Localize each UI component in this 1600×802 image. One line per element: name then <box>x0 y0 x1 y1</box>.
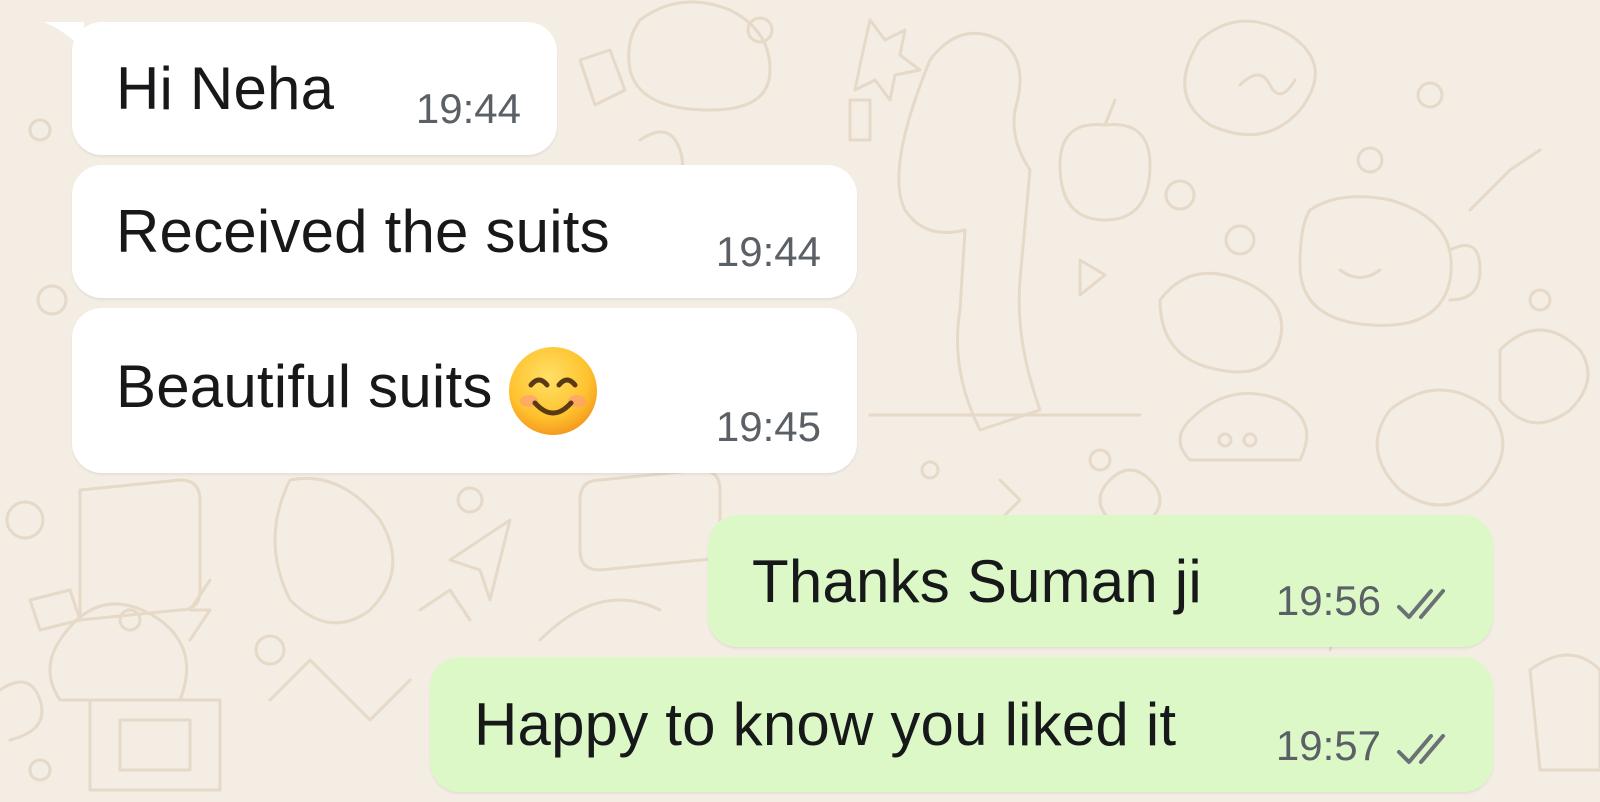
outgoing-message[interactable]: Thanks Suman ji 19:56 <box>708 515 1493 647</box>
incoming-message[interactable]: Received the suits 19:44 <box>72 165 857 298</box>
message-time: 19:45 <box>715 403 821 450</box>
message-time: 19:56 <box>1275 577 1381 624</box>
message-text: Thanks Suman ji <box>752 547 1202 615</box>
message-time: 19:57 <box>1275 722 1381 769</box>
incoming-message[interactable]: Hi Neha 19:44 <box>44 22 557 155</box>
smiling-face-emoji-icon <box>508 346 597 435</box>
message-time: 19:44 <box>715 228 821 275</box>
message-meta: 19:45 <box>716 403 821 451</box>
message-meta: 19:56 <box>1276 577 1457 625</box>
message-text: Received the suits <box>116 198 610 265</box>
message-meta: 19:44 <box>716 228 821 276</box>
message-content: Beautiful suits <box>116 345 599 437</box>
message-time: 19:44 <box>415 85 521 132</box>
message-text: Happy to know you liked it <box>474 691 1177 758</box>
message-text: Beautiful suits <box>116 352 493 420</box>
outgoing-message[interactable]: Happy to know you liked it 19:57 <box>430 657 1493 792</box>
message-meta: 19:57 <box>1276 722 1457 770</box>
bubble-tail <box>44 22 84 52</box>
message-meta: 19:44 <box>416 85 521 133</box>
incoming-message[interactable]: Beautiful suits 19:45 <box>72 308 857 473</box>
double-check-icon <box>1397 734 1445 764</box>
double-check-icon <box>1397 589 1445 619</box>
message-text: Hi Neha <box>116 55 335 122</box>
